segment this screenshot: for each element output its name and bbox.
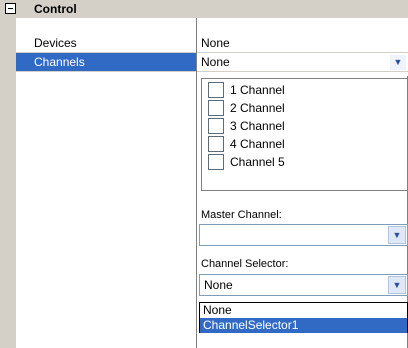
chevron-down-icon[interactable]: ▼ — [390, 55, 406, 70]
master-channel-label: Master Channel: — [201, 209, 282, 221]
channel-item-label: Channel 5 — [230, 155, 285, 169]
property-value-channels[interactable]: None ▼ — [197, 53, 408, 72]
channel-item[interactable]: 1 Channel — [208, 81, 398, 99]
property-name-devices[interactable]: Devices — [16, 34, 196, 53]
collapse-minus-icon[interactable] — [5, 3, 16, 14]
popup-option-selected[interactable]: ChannelSelector1 — [200, 318, 407, 333]
channel-item[interactable]: Channel 5 — [208, 153, 398, 171]
property-value-devices[interactable]: None — [197, 34, 408, 53]
channel-item[interactable]: 4 Channel — [208, 135, 398, 153]
channels-checklist[interactable]: 1 Channel 2 Channel 3 Channel 4 Channel … — [201, 78, 408, 191]
grid-left-margin — [0, 18, 16, 348]
checkbox[interactable] — [208, 154, 224, 170]
checkbox[interactable] — [208, 136, 224, 152]
channel-item[interactable]: 2 Channel — [208, 99, 398, 117]
checkbox[interactable] — [208, 118, 224, 134]
channel-item-label: 1 Channel — [230, 83, 285, 97]
master-channel-combo[interactable]: ▼ — [199, 224, 408, 246]
channel-selector-label: Channel Selector: — [201, 258, 289, 270]
popup-option[interactable]: None — [200, 303, 407, 318]
channel-item-label: 2 Channel — [230, 101, 285, 115]
channel-selector-combo[interactable]: None ▼ — [199, 274, 408, 296]
property-name-channels[interactable]: Channels — [16, 53, 196, 72]
checkbox[interactable] — [208, 82, 224, 98]
channel-selector-value: None — [204, 278, 233, 292]
chevron-down-icon[interactable]: ▼ — [388, 226, 406, 244]
chevron-down-icon[interactable]: ▼ — [388, 276, 406, 294]
category-title: Control — [34, 2, 77, 16]
channels-value-text: None — [201, 55, 230, 69]
channel-item-label: 4 Channel — [230, 137, 285, 151]
channel-selector-popup[interactable]: None ChannelSelector1 — [199, 302, 408, 333]
channel-item-label: 3 Channel — [230, 119, 285, 133]
checkbox[interactable] — [208, 100, 224, 116]
channel-item[interactable]: 3 Channel — [208, 117, 398, 135]
